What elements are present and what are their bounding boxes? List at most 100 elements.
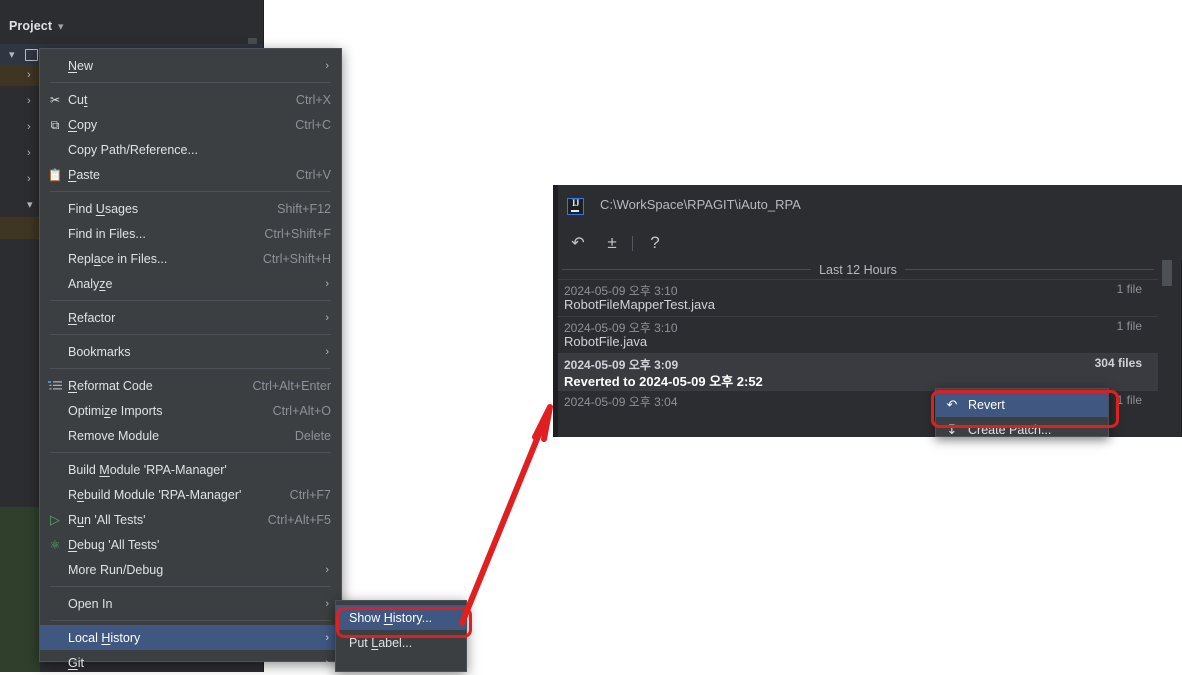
menu-item-shortcut: Ctrl+F7	[289, 487, 331, 502]
menu-item-label: Copy	[68, 117, 98, 132]
menu-separator	[50, 368, 331, 369]
menu-item-copy-path-reference[interactable]: Copy Path/Reference...	[40, 137, 341, 162]
menu-item-label: Cut	[68, 92, 88, 107]
menu-item-open-in[interactable]: Open In ›	[40, 591, 341, 616]
revision-name: RobotFileMapperTest.java	[564, 297, 716, 312]
dialog-title: C:\WorkSpace\RPAGIT\iAuto_RPA	[600, 197, 801, 212]
menu-item-optimize-imports[interactable]: Optimize Imports Ctrl+Alt+O	[40, 398, 341, 423]
clipboard-icon: 📋	[47, 167, 63, 182]
menu-item-shortcut: Ctrl+Alt+F5	[267, 512, 331, 527]
menu-item-git[interactable]: Git ›	[40, 650, 341, 675]
menu-item-cut[interactable]: ✂ Cut Ctrl+X	[40, 87, 341, 112]
menu-item-label: Paste	[68, 167, 100, 182]
tool-window-header: Project ▾	[0, 0, 264, 44]
chevron-right-icon: ›	[325, 345, 329, 358]
menu-item-label: Local History	[68, 630, 141, 645]
menu-item-shortcut: Ctrl+X	[295, 92, 331, 107]
menu-item-label: Rebuild Module 'RPA-Manager'	[68, 487, 242, 502]
scrollbar-thumb[interactable]	[1162, 260, 1172, 286]
menu-item-label: Find Usages	[68, 201, 139, 216]
chevron-right-icon: ›	[325, 597, 329, 610]
menu-separator	[50, 586, 331, 587]
chevron-right-icon[interactable]: ›	[27, 69, 31, 81]
menu-item-analyze[interactable]: Analyze ›	[40, 271, 341, 296]
menu-item-create-patch[interactable]: ↧ Create Patch...	[936, 417, 1108, 437]
menu-item-shortcut: Ctrl+Alt+Enter	[252, 378, 331, 393]
menu-item-bookmarks[interactable]: Bookmarks ›	[40, 339, 341, 364]
revision-file-count: 304 files	[1094, 356, 1142, 370]
menu-item-label: Analyze	[68, 276, 113, 291]
menu-item-label: More Run/Debug	[68, 562, 164, 577]
menu-separator	[50, 334, 331, 335]
menu-item-label: Copy Path/Reference...	[68, 142, 198, 157]
menu-item-label: Revert	[968, 397, 1005, 412]
menu-item-shortcut: Ctrl+Shift+H	[262, 251, 331, 266]
show-diff-icon[interactable]: ±	[600, 231, 624, 255]
chevron-down-icon[interactable]: ▾	[27, 198, 33, 211]
menu-item-replace-in-files[interactable]: Replace in Files... Ctrl+Shift+H	[40, 246, 341, 271]
chevron-right-icon: ›	[325, 59, 329, 72]
menu-item-label: New	[68, 58, 94, 73]
menu-item-label: Reformat Code	[68, 378, 153, 393]
menu-item-find-usages[interactable]: Find Usages Shift+F12	[40, 196, 341, 221]
menu-item-label: Replace in Files...	[68, 251, 168, 266]
toolbar-separator	[632, 236, 633, 251]
scrollbar-track[interactable]	[1162, 260, 1172, 437]
menu-item-label: Refactor	[68, 310, 116, 325]
menu-item-refactor[interactable]: Refactor ›	[40, 305, 341, 330]
group-line-right	[904, 269, 1155, 270]
menu-item-label: Find in Files...	[68, 226, 146, 241]
revision-file-count: 1 file	[1116, 319, 1142, 333]
menu-item-more-run-debug[interactable]: More Run/Debug ›	[40, 557, 341, 582]
menu-item-debug-all-tests[interactable]: ⚛ Debug 'All Tests'	[40, 532, 341, 557]
revert-arrow-icon: ↶	[946, 396, 958, 412]
menu-item-rebuild-module[interactable]: Rebuild Module 'RPA-Manager' Ctrl+F7	[40, 482, 341, 507]
menu-item-label: Optimize Imports	[68, 403, 163, 418]
menu-item-revert[interactable]: ↶ Revert	[936, 392, 1108, 417]
menu-item-label: Open In	[68, 596, 113, 611]
menu-item-shortcut: Shift+F12	[277, 201, 331, 216]
tree-row[interactable]	[0, 507, 40, 672]
chevron-down-icon[interactable]: ▾	[9, 48, 15, 61]
menu-item-build-module[interactable]: Build Module 'RPA-Manager'	[40, 457, 341, 482]
scissors-icon: ✂	[49, 92, 61, 107]
menu-item-shortcut: Delete	[294, 428, 331, 443]
help-icon[interactable]: ?	[643, 231, 667, 255]
chevron-down-icon[interactable]: ▾	[58, 20, 64, 33]
group-line-left	[562, 269, 812, 270]
revision-name: Reverted to 2024-05-09 오후 2:52	[564, 374, 763, 389]
menu-item-local-history[interactable]: Local History ›	[40, 625, 341, 650]
copy-icon: ⧉	[50, 117, 60, 132]
list-item[interactable]: 2024-05-09 오후 3:09 Reverted to 2024-05-0…	[558, 353, 1158, 390]
revision-name: RobotFile.java	[564, 334, 648, 349]
menu-item-run-all-tests[interactable]: ▷ Run 'All Tests' Ctrl+Alt+F5	[40, 507, 341, 532]
folder-icon	[25, 49, 38, 61]
menu-item-label: Build Module 'RPA-Manager'	[68, 462, 227, 477]
chevron-right-icon[interactable]: ›	[27, 95, 31, 107]
chevron-right-icon[interactable]: ›	[27, 121, 31, 133]
menu-item-reformat-code[interactable]: Reformat Code Ctrl+Alt+Enter	[40, 373, 341, 398]
revision-file-count: 1 file	[1116, 282, 1142, 296]
menu-separator	[50, 300, 331, 301]
annotation-arrow	[459, 404, 553, 626]
list-item[interactable]: 2024-05-09 오후 3:10 RobotFile.java 1 file	[558, 316, 1158, 353]
menu-item-paste[interactable]: 📋 Paste Ctrl+V	[40, 162, 341, 187]
menu-item-copy[interactable]: ⧉ Copy Ctrl+C	[40, 112, 341, 137]
menu-item-new[interactable]: New ›	[40, 53, 341, 78]
menu-item-find-in-files[interactable]: Find in Files... Ctrl+Shift+F	[40, 221, 341, 246]
project-context-menu[interactable]: New › ✂ Cut Ctrl+X ⧉ Copy Ctrl+C Copy Pa…	[39, 48, 342, 670]
chevron-right-icon[interactable]: ›	[27, 173, 31, 185]
revision-file-count: 1 file	[1116, 393, 1142, 407]
revision-context-menu[interactable]: ↶ Revert ↧ Create Patch...	[935, 388, 1109, 437]
revert-icon[interactable]: ↶	[566, 231, 590, 255]
list-item[interactable]: 2024-05-09 오후 3:10 RobotFileMapperTest.j…	[558, 279, 1158, 316]
dialog-toolbar[interactable]: ↶ ± ?	[558, 227, 1182, 259]
menu-item-remove-module[interactable]: Remove Module Delete	[40, 423, 341, 448]
intellij-idea-icon: IJ	[567, 198, 584, 215]
chevron-right-icon: ›	[325, 563, 329, 576]
chevron-right-icon[interactable]: ›	[27, 147, 31, 159]
menu-item-label: Debug 'All Tests'	[68, 537, 160, 552]
menu-separator	[50, 82, 331, 83]
page-title: Project	[9, 19, 53, 33]
menu-separator	[50, 452, 331, 453]
